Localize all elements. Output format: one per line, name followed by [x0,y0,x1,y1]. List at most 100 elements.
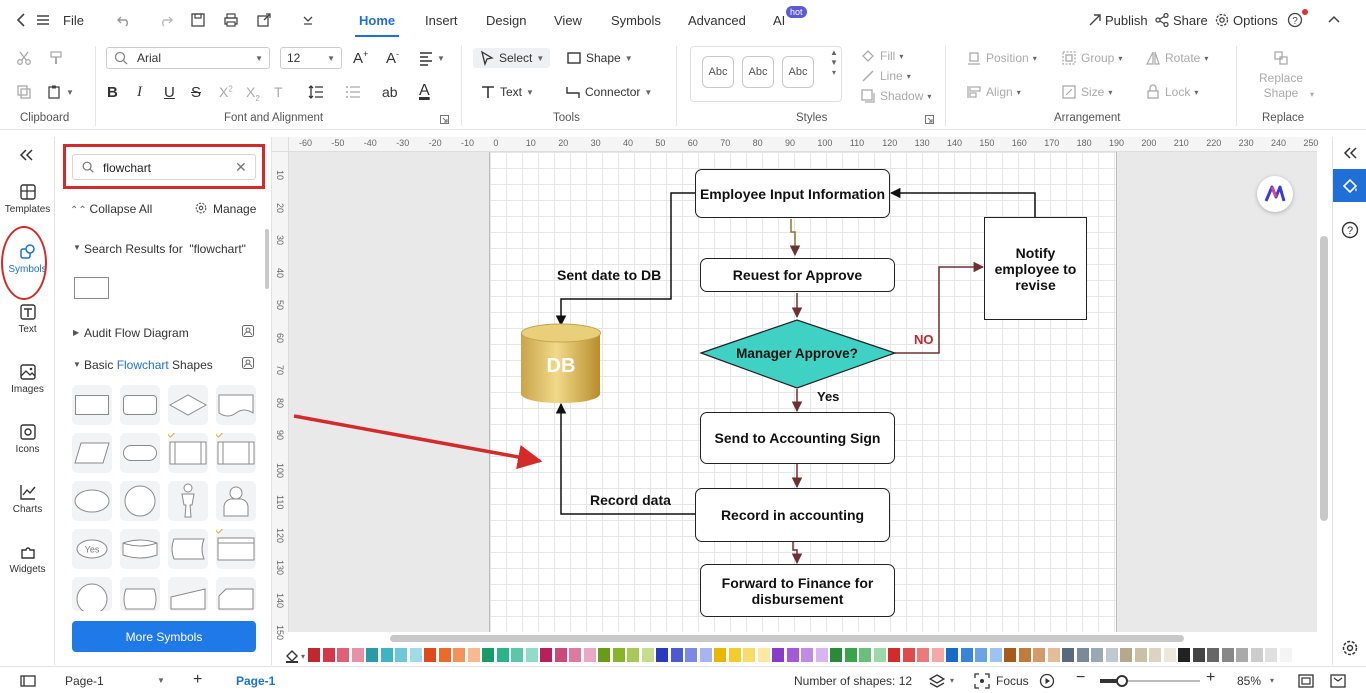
bold-icon[interactable]: B [107,84,118,101]
color-swatch[interactable] [1163,648,1176,662]
color-swatch[interactable] [1033,648,1045,662]
collapse-ribbon-icon[interactable] [1326,12,1342,28]
manage-button[interactable]: Manage [213,202,256,216]
text-effect-icon[interactable]: ab [382,84,398,100]
symbol-user[interactable] [216,481,256,521]
color-swatch[interactable] [337,648,349,662]
color-swatch[interactable] [1236,648,1248,662]
cut-icon[interactable] [16,50,32,66]
more-chevron-icon[interactable] [300,12,316,28]
styles-dialog-launcher-icon[interactable] [925,115,934,124]
symbol-document[interactable] [216,385,256,425]
font-size-select[interactable]: 12 ▼ [280,47,342,69]
tab-view[interactable]: View [554,13,582,28]
color-swatch[interactable] [1265,648,1277,662]
vertical-scrollbar[interactable] [1320,236,1328,521]
node-manager-approve[interactable]: Manager Approve? [701,336,893,370]
db-label[interactable]: DB [521,355,601,385]
connector-tool-button[interactable]: Connector ▼ [565,84,652,100]
select-tool-button[interactable]: Select ▼ [473,48,551,68]
label-no[interactable]: NO [914,332,934,347]
color-swatch[interactable] [743,648,755,662]
list-icon[interactable] [345,84,361,100]
color-swatch[interactable] [1207,648,1219,662]
shape-tool-button[interactable]: Shape ▼ [566,50,633,66]
symbol-predefined-process[interactable] [168,433,208,473]
format-panel-button[interactable] [1333,169,1366,202]
tab-design[interactable]: Design [486,13,526,28]
color-swatch[interactable] [1250,648,1263,662]
layers-icon[interactable] [929,673,945,689]
zoom-caret-icon[interactable]: ▾ [1270,676,1274,685]
manage-gear-icon[interactable] [194,201,208,215]
horizontal-scrollbar[interactable] [390,635,1184,642]
expand-caret-icon[interactable]: ▼ [73,243,81,252]
symbol-search-field[interactable]: flowchart ✕ [72,154,256,180]
symbol-data[interactable] [72,433,112,473]
rotate-button[interactable]: Rotate ▾ [1145,50,1208,66]
color-swatch[interactable] [859,648,871,662]
color-swatch[interactable] [598,648,610,662]
color-swatch[interactable] [1149,648,1161,662]
text-case-icon[interactable]: T [274,84,283,100]
color-swatch[interactable] [714,648,726,662]
color-swatch[interactable] [467,648,480,662]
color-swatch[interactable] [1178,648,1190,662]
label-record-data[interactable]: Record data [590,492,671,508]
clear-search-icon[interactable]: ✕ [235,159,247,176]
zoom-out-icon[interactable]: − [1076,669,1085,687]
style-preset-2[interactable]: Abc [742,56,774,88]
color-swatch[interactable] [757,648,770,662]
color-swatch[interactable] [902,648,915,662]
tab-advanced[interactable]: Advanced [688,13,746,28]
fullscreen-icon[interactable] [1330,673,1346,689]
color-swatch[interactable] [395,648,407,662]
color-swatch[interactable] [612,648,625,662]
symbol-connector-circle[interactable] [72,577,112,611]
collapsed-caret-icon[interactable]: ▶ [73,328,79,337]
symbol-decision[interactable] [168,385,208,425]
color-swatch[interactable] [786,648,799,662]
style-preset-3[interactable]: Abc [782,56,814,88]
page-tab-active[interactable]: Page-1 [236,674,275,688]
page-select[interactable]: Page-1 [65,674,104,688]
sidebar-item-text[interactable]: Text [0,303,55,335]
color-swatch[interactable] [641,648,654,662]
color-swatch[interactable] [1120,648,1132,662]
layers-caret-icon[interactable]: ▾ [950,676,954,685]
color-swatch[interactable] [1279,648,1292,662]
result-rectangle-shape[interactable] [74,277,109,299]
fit-page-icon[interactable] [1298,673,1314,689]
color-swatch[interactable] [931,648,944,662]
palette-caret-icon[interactable]: ▾ [301,652,305,661]
node-request-approve[interactable]: Reuest for Approve [700,258,895,292]
label-yes[interactable]: Yes [817,389,839,404]
replace-shape-icon[interactable] [1273,50,1289,66]
focus-button[interactable]: Focus [996,674,1029,688]
format-painter-icon[interactable] [48,50,64,66]
color-swatch[interactable] [424,648,436,662]
audit-flow-category[interactable]: Audit Flow Diagram [84,326,189,340]
label-sent-to-db[interactable]: Sent date to DB [557,267,661,283]
symbol-yes-terminator[interactable]: Yes [72,529,112,569]
more-symbols-button[interactable]: More Symbols [72,621,256,652]
back-icon[interactable] [14,12,30,28]
color-swatches[interactable] [308,648,1330,662]
sidebar-item-templates[interactable]: Templates [0,183,55,215]
underline-icon[interactable]: U [164,84,175,101]
align-left-icon[interactable] [418,50,434,66]
sidebar-item-images[interactable]: Images [0,363,55,395]
line-spacing-icon[interactable] [308,84,324,100]
lock-button[interactable]: Lock ▾ [1145,84,1198,100]
color-swatch[interactable] [830,648,842,662]
color-swatch[interactable] [1018,648,1031,662]
symbol-subprocess[interactable] [216,529,256,569]
color-swatch[interactable] [1062,648,1074,662]
copy-icon[interactable] [16,84,32,100]
italic-icon[interactable]: I [137,84,142,101]
color-swatch[interactable] [670,648,683,662]
color-swatch[interactable] [1076,648,1089,662]
add-page-icon[interactable]: + [193,671,202,689]
color-swatch[interactable] [308,648,320,662]
subscript-icon[interactable]: X2 [246,84,260,103]
